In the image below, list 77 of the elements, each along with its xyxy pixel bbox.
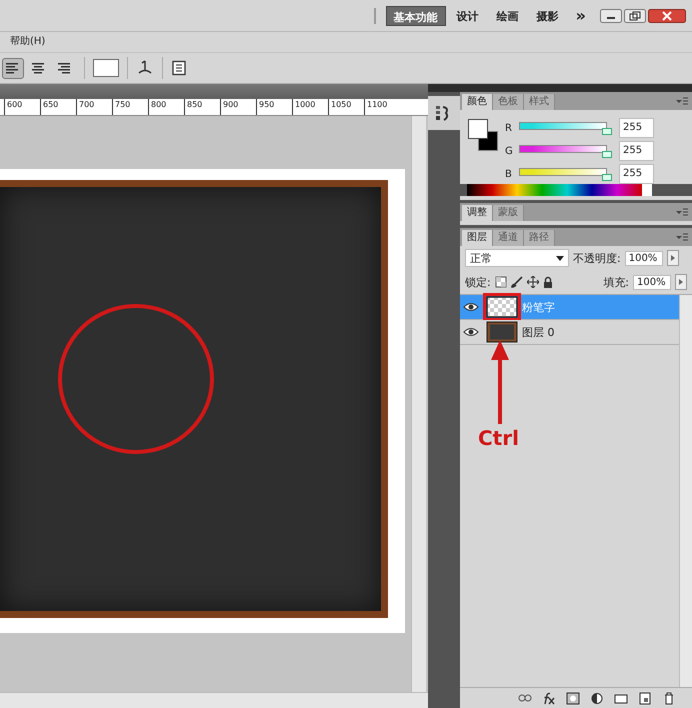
vertical-scrollbar[interactable]: [411, 116, 426, 692]
dock-header-bar: [428, 84, 460, 92]
dropdown-caret-icon[interactable]: [556, 256, 564, 260]
horizontal-scrollbar[interactable]: [0, 692, 428, 708]
lock-label: 锁定:: [465, 274, 491, 290]
more-workspaces-button[interactable]: »: [570, 6, 592, 26]
restore-icon[interactable]: [624, 8, 646, 22]
annotation-label: Ctrl: [478, 426, 519, 450]
menu-item[interactable]: 帮助(H): [8, 34, 48, 48]
panel-tab[interactable]: 蒙版: [493, 205, 524, 221]
ruler-label: 900: [220, 99, 256, 115]
visibility-eye-icon[interactable]: [463, 326, 479, 338]
panel-tab[interactable]: 图层: [462, 230, 493, 246]
ruler-label: 1100: [364, 99, 400, 115]
ruler-label: 750: [112, 99, 148, 115]
new-layer-icon[interactable]: [638, 692, 652, 704]
panel-tab[interactable]: 色板: [493, 94, 524, 110]
channel-label: B: [505, 168, 513, 180]
align-left-icon[interactable]: [2, 58, 24, 78]
layer-row[interactable]: 图层 0: [460, 320, 679, 345]
panel-menu-icon[interactable]: [676, 207, 688, 217]
workspace-button[interactable]: 基本功能: [386, 6, 446, 26]
channel-value-field[interactable]: 255: [619, 118, 654, 138]
workspace-button[interactable]: 绘画: [490, 6, 526, 26]
lock-icon[interactable]: [542, 276, 553, 288]
panel-menu-icon[interactable]: [676, 96, 688, 106]
color-spectrum-bar[interactable]: [467, 184, 652, 196]
effects-icon[interactable]: [542, 692, 556, 704]
opacity-label: 不透明度:: [573, 250, 621, 266]
color-slider[interactable]: [519, 143, 613, 159]
channel-value-field[interactable]: 255: [619, 141, 654, 161]
foreground-background-swatch[interactable]: [467, 118, 499, 152]
trash-icon[interactable]: [662, 692, 676, 704]
minimize-icon[interactable]: [600, 8, 622, 22]
brush-icon[interactable]: [510, 276, 523, 288]
chalkboard-layer-thumbnail[interactable]: [486, 321, 518, 343]
workspace-button[interactable]: 摄影: [530, 6, 566, 26]
panel-tab[interactable]: 颜色: [462, 94, 493, 110]
fill-field[interactable]: 100%: [633, 274, 671, 290]
lock-transparency-icon[interactable]: [494, 276, 507, 288]
slider-thumb[interactable]: [602, 151, 612, 158]
text-color-swatch[interactable]: [93, 59, 119, 77]
opacity-field[interactable]: 100%: [624, 250, 663, 266]
channel-label: G: [505, 146, 513, 156]
folder-icon[interactable]: [614, 692, 628, 704]
ruler-label: 800: [148, 99, 184, 115]
visibility-eye-icon[interactable]: [463, 301, 479, 313]
move-icon[interactable]: [526, 276, 539, 288]
ruler-label: 1000: [292, 99, 328, 115]
panels-toggle-icon[interactable]: [171, 60, 187, 76]
workspace-button[interactable]: 设计: [450, 6, 486, 26]
panel-tab[interactable]: 样式: [524, 94, 555, 110]
slider-thumb[interactable]: [602, 174, 612, 181]
ruler-label: 1050: [328, 99, 364, 115]
layers-scrollbar[interactable]: [679, 295, 692, 687]
panel-tab[interactable]: 路径: [524, 230, 555, 246]
ruler-label: 950: [256, 99, 292, 115]
close-icon[interactable]: [648, 8, 686, 22]
blend-mode-dropdown[interactable]: 正常: [465, 249, 569, 267]
color-slider[interactable]: [519, 120, 613, 136]
ruler-label: 600: [4, 99, 40, 115]
mask-icon[interactable]: [566, 692, 580, 704]
half-circle-icon[interactable]: [590, 692, 604, 704]
ruler-label: 650: [40, 99, 76, 115]
fill-label: 填充:: [603, 274, 629, 290]
panel-menu-icon[interactable]: [676, 232, 688, 242]
ruler-label: 700: [76, 99, 112, 115]
history-panel-icon[interactable]: [428, 96, 460, 130]
panel-tab[interactable]: 调整: [462, 205, 493, 221]
panel-tab[interactable]: 通道: [493, 230, 524, 246]
link-icon[interactable]: [518, 692, 532, 704]
ruler-label: 850: [184, 99, 220, 115]
slider-thumb[interactable]: [602, 128, 612, 135]
color-slider[interactable]: [519, 166, 613, 182]
transparent-layer-thumbnail[interactable]: [486, 296, 518, 318]
channel-value-field[interactable]: 255: [619, 164, 654, 184]
channel-label: R: [505, 122, 513, 134]
